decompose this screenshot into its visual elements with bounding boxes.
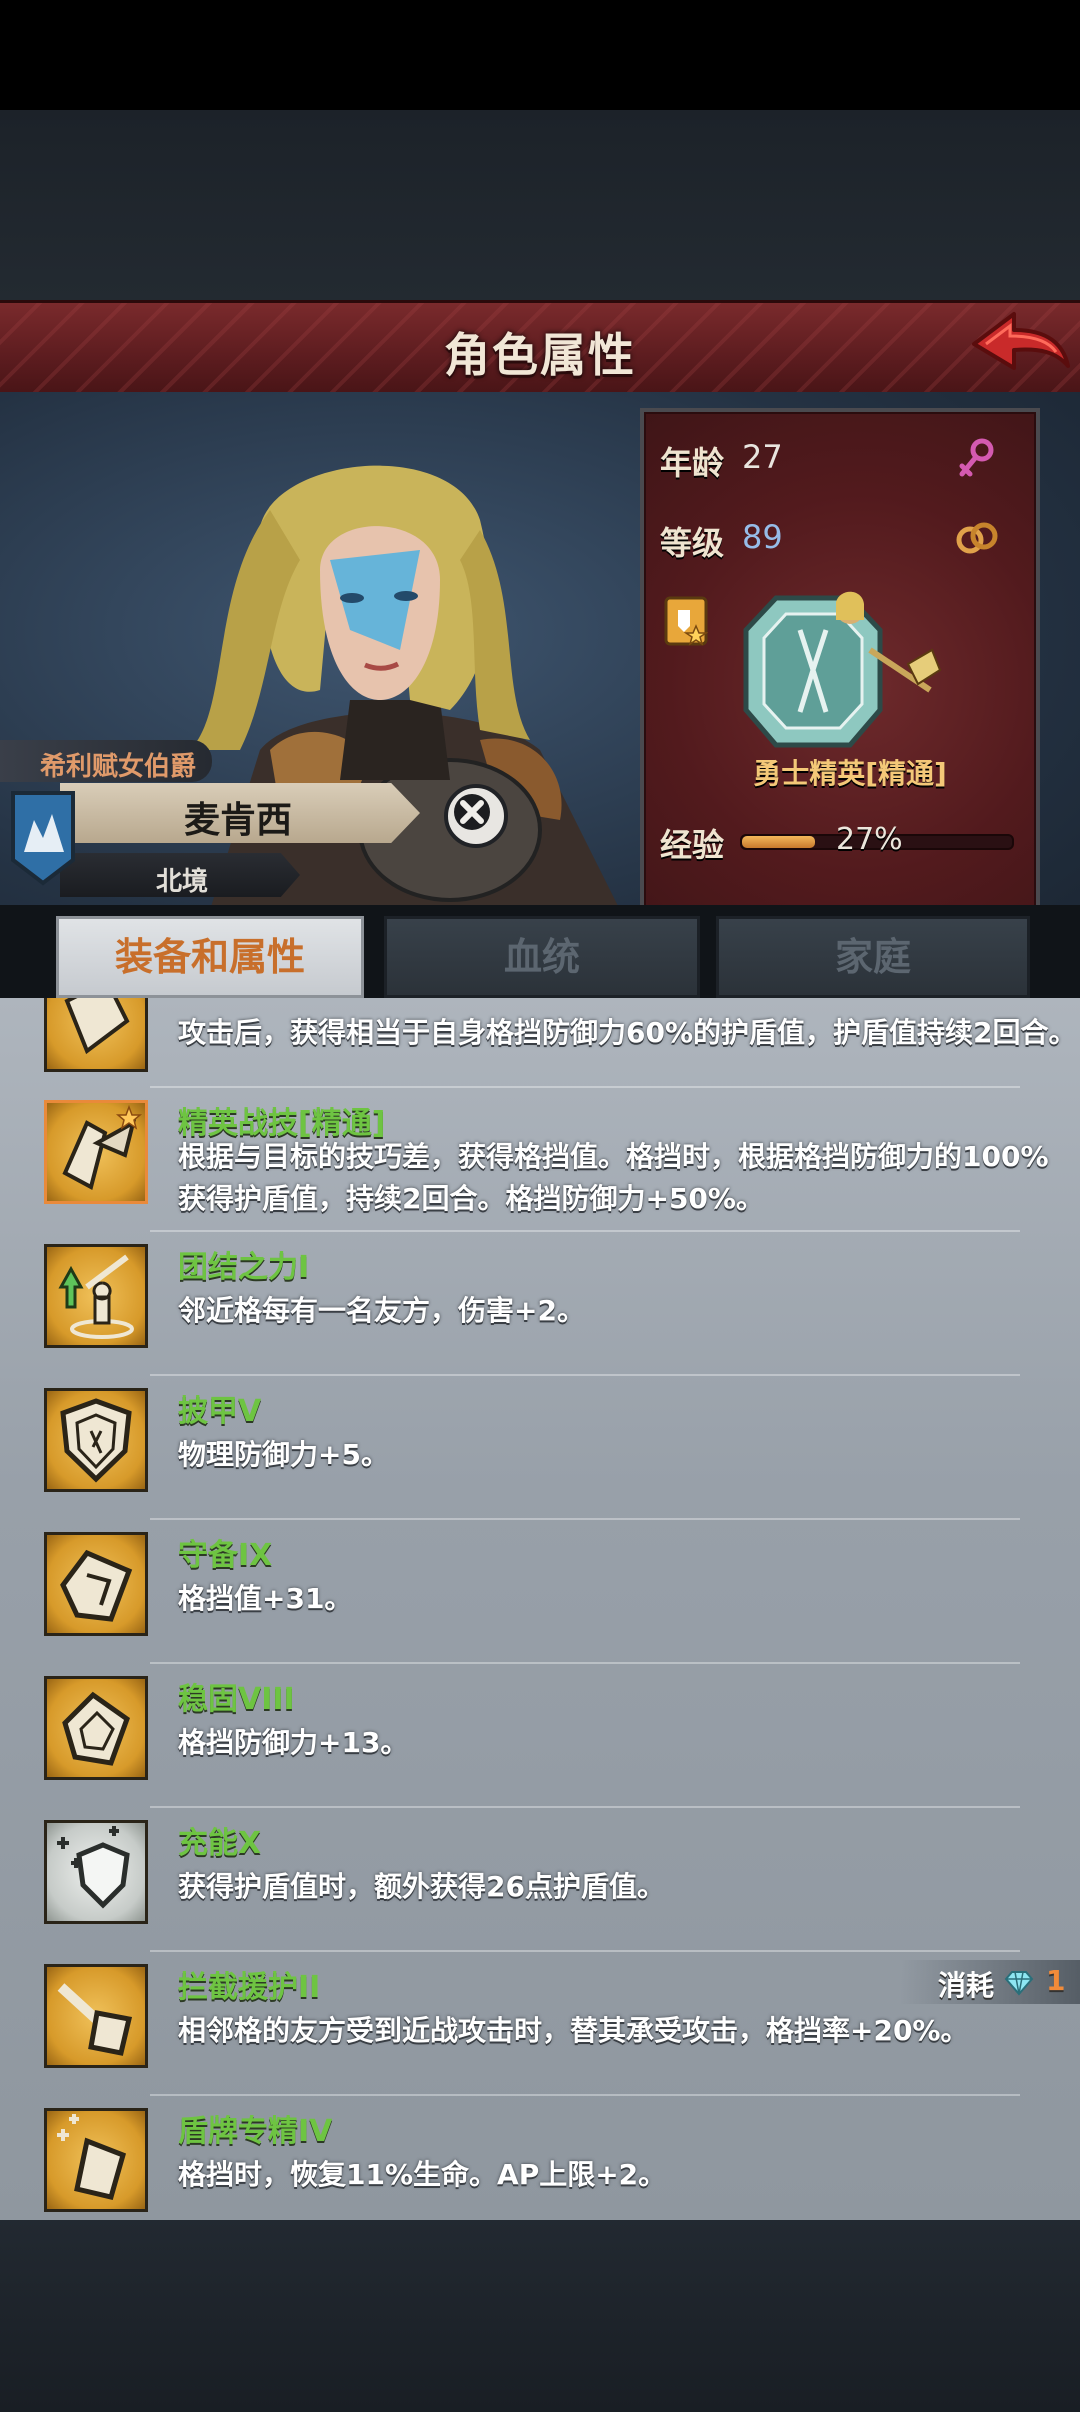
skill-description: 物理防御力+5。 (178, 1438, 389, 1471)
tab-equipment-attributes[interactable]: 装备和属性 (56, 916, 364, 998)
xp-percent: 27% (836, 822, 903, 857)
row-divider (150, 2094, 1020, 2096)
skill-name: 充能X (178, 1826, 262, 1861)
diamond-icon (1004, 1971, 1034, 1996)
close-icon (454, 794, 490, 830)
unity-power-icon (44, 1244, 148, 1348)
marriage-rings-icon (956, 522, 998, 554)
cost-badge: 消耗 1 (900, 1960, 1080, 2004)
row-divider (150, 1230, 1020, 1232)
noble-title: 希利赋女伯爵 (40, 752, 197, 782)
skill-description: 相邻格的友方受到近战攻击时，替其承受攻击，格挡率+20%。 (178, 2014, 969, 2047)
skill-description: 格挡值+31。 (178, 1582, 353, 1615)
row-divider (150, 1662, 1020, 1664)
name-plate[interactable]: 麦肯西 (60, 783, 420, 843)
elite-technique-icon (44, 1100, 148, 1204)
skill-name: 守备IX (178, 1538, 273, 1573)
skill-list[interactable]: 攻击后，获得相当于自身格挡防御力60%的护盾值，护盾值持续2回合。 精英战技[精… (0, 998, 1080, 2220)
page-title: 角色属性 (444, 328, 636, 382)
xp-label: 经验 (660, 826, 725, 864)
top-background (0, 110, 1080, 300)
tab-family[interactable]: 家庭 (716, 916, 1030, 998)
level-label: 等级 (660, 524, 725, 562)
class-badge-icon[interactable] (664, 596, 708, 646)
intercept-icon (44, 1964, 148, 2068)
row-divider (150, 1086, 1020, 1088)
back-arrow-icon (972, 312, 1070, 370)
shield-mastery-icon (44, 2108, 148, 2212)
character-name: 麦肯西 (184, 800, 293, 841)
skill-description: 攻击后，获得相当于自身格挡防御力60%的护盾值，护盾值持续2回合。 (178, 1016, 1077, 1049)
status-bar (0, 0, 1080, 110)
skill-name: 团结之力I (178, 1250, 310, 1285)
faction-crest-icon[interactable] (10, 790, 76, 886)
cost-label: 消耗 (938, 1969, 995, 2002)
region-name: 北境 (156, 867, 209, 897)
female-gender-icon (959, 438, 994, 477)
skill-description: 格挡防御力+13。 (178, 1726, 409, 1759)
xp-progress-fill (742, 836, 815, 848)
skill-description: 获得护盾值，持续2回合。格挡防御力+50%。 (178, 1182, 764, 1215)
skill-name: 稳固VIII (178, 1682, 295, 1717)
cost-value: 1 (1046, 1964, 1066, 1997)
header-bar: 角色属性 (0, 300, 1080, 399)
skill-description: 获得护盾值时，额外获得26点护盾值。 (178, 1870, 665, 1903)
skill-description: 邻近格每有一名友方，伤害+2。 (178, 1294, 585, 1327)
steady-icon (44, 1676, 148, 1780)
shield-bash-icon (44, 998, 148, 1072)
age-label: 年龄 (660, 444, 725, 482)
level-value: 89 (742, 518, 783, 556)
charge-shield-icon (44, 1820, 148, 1924)
skill-name: 盾牌专精IV (178, 2114, 333, 2149)
skill-name: 拦截援护II (178, 1970, 321, 2005)
skill-name: 披甲V (178, 1394, 262, 1429)
bottom-background (0, 2220, 1080, 2412)
row-divider (150, 1950, 1020, 1952)
tab-bloodline[interactable]: 血统 (384, 916, 700, 998)
noble-title-ribbon: 希利赋女伯爵 (0, 740, 212, 782)
skill-description: 根据与目标的技巧差，获得格挡值。格挡时，根据格挡防御力的100% (178, 1140, 1049, 1173)
guard-icon (44, 1532, 148, 1636)
region-plate: 北境 (60, 853, 300, 897)
skill-description: 格挡时，恢复11%生命。AP上限+2。 (178, 2158, 667, 2191)
age-value: 27 (742, 438, 783, 476)
class-emblem (743, 591, 942, 748)
dismiss-button[interactable] (444, 784, 508, 848)
back-button[interactable] (970, 308, 1070, 384)
row-divider (150, 1518, 1020, 1520)
row-divider (150, 1806, 1020, 1808)
row-divider (150, 1374, 1020, 1376)
class-name: 勇士精英[精通] (753, 757, 947, 790)
armor-shield-icon (44, 1388, 148, 1492)
